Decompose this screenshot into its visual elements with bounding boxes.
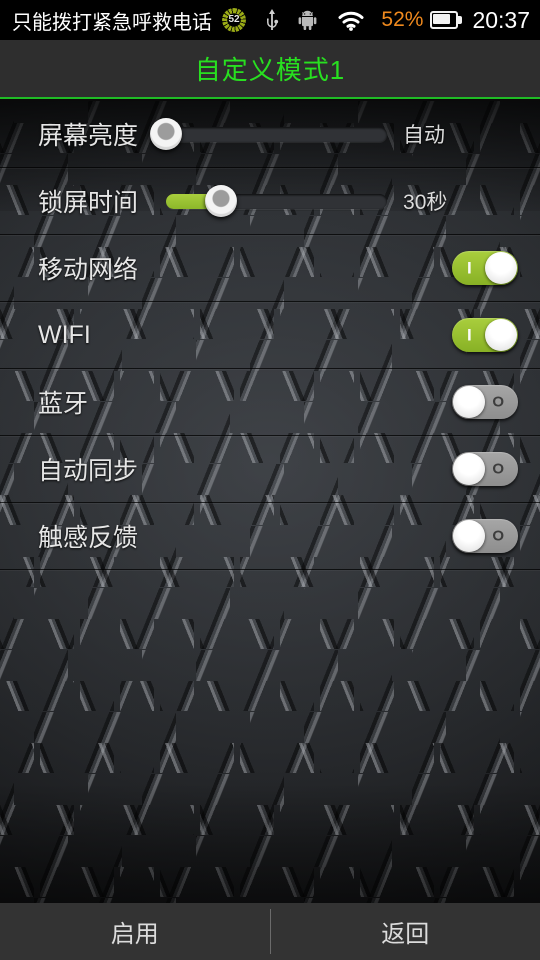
settings-row-wifi[interactable]: WIFI I: [0, 302, 540, 369]
status-bar: 只能拨打紧急呼救电话 52 52% 20:37: [0, 0, 540, 40]
settings-list: 屏幕亮度 自动 锁屏时间 30秒 移动网络 I WIFI I 蓝牙 O 自动同步…: [0, 101, 540, 570]
bluetooth-toggle[interactable]: O: [452, 385, 518, 419]
row-label: 蓝牙: [38, 390, 89, 418]
android-robot-icon: [298, 10, 317, 30]
toggle-knob: [485, 319, 517, 351]
toggle-mark: O: [492, 460, 504, 478]
toggle-mark: I: [467, 258, 472, 278]
auto-sync-toggle[interactable]: O: [452, 452, 518, 486]
phone-screen: 只能拨打紧急呼救电话 52 52% 20:37 自定义模式1 屏幕亮度 自动 锁…: [0, 0, 540, 960]
row-label: WIFI: [38, 320, 91, 349]
toggle-mark: I: [467, 325, 472, 345]
settings-row-lock-timeout[interactable]: 锁屏时间 30秒: [0, 168, 540, 235]
wifi-toggle[interactable]: I: [452, 318, 518, 352]
row-label: 触感反馈: [38, 524, 139, 552]
page-header: 自定义模式1: [0, 40, 540, 99]
settings-row-auto-sync[interactable]: 自动同步 O: [0, 436, 540, 503]
battery-icon: [430, 11, 463, 29]
back-button[interactable]: 返回: [271, 903, 540, 960]
page-title: 自定义模式1: [194, 55, 346, 85]
row-label: 屏幕亮度: [38, 122, 139, 150]
row-label: 自动同步: [38, 457, 139, 485]
toggle-knob: [485, 252, 517, 284]
brightness-slider[interactable]: [150, 118, 388, 150]
bottom-action-bar: 启用 返回: [0, 903, 540, 960]
settings-row-screen-brightness[interactable]: 屏幕亮度 自动: [0, 101, 540, 168]
brightness-value: 自动: [403, 124, 446, 147]
toggle-knob: [453, 520, 485, 552]
lock-timeout-value: 30秒: [403, 191, 448, 214]
clock-text: 20:37: [472, 6, 530, 33]
status-right-group: 52% 20:37: [381, 7, 530, 34]
progress-badge-value: 52: [228, 14, 240, 25]
progress-badge-icon: 52: [222, 8, 246, 32]
settings-row-mobile-network[interactable]: 移动网络 I: [0, 235, 540, 302]
mobile-network-toggle[interactable]: I: [452, 251, 518, 285]
battery-percent-text: 52%: [381, 8, 424, 31]
carrier-text: 只能拨打紧急呼救电话: [12, 11, 212, 34]
settings-row-bluetooth[interactable]: 蓝牙 O: [0, 369, 540, 436]
toggle-knob: [453, 453, 485, 485]
row-label: 移动网络: [38, 256, 139, 284]
row-label: 锁屏时间: [38, 189, 139, 217]
enable-button[interactable]: 启用: [0, 903, 270, 960]
toggle-knob: [453, 386, 485, 418]
lock-timeout-slider[interactable]: [152, 185, 388, 217]
settings-row-haptic-feedback[interactable]: 触感反馈 O: [0, 503, 540, 570]
haptic-feedback-toggle[interactable]: O: [452, 519, 518, 553]
toggle-mark: O: [492, 393, 504, 411]
toggle-mark: O: [492, 527, 504, 545]
wifi-icon: [337, 10, 365, 31]
usb-icon: [264, 9, 280, 31]
